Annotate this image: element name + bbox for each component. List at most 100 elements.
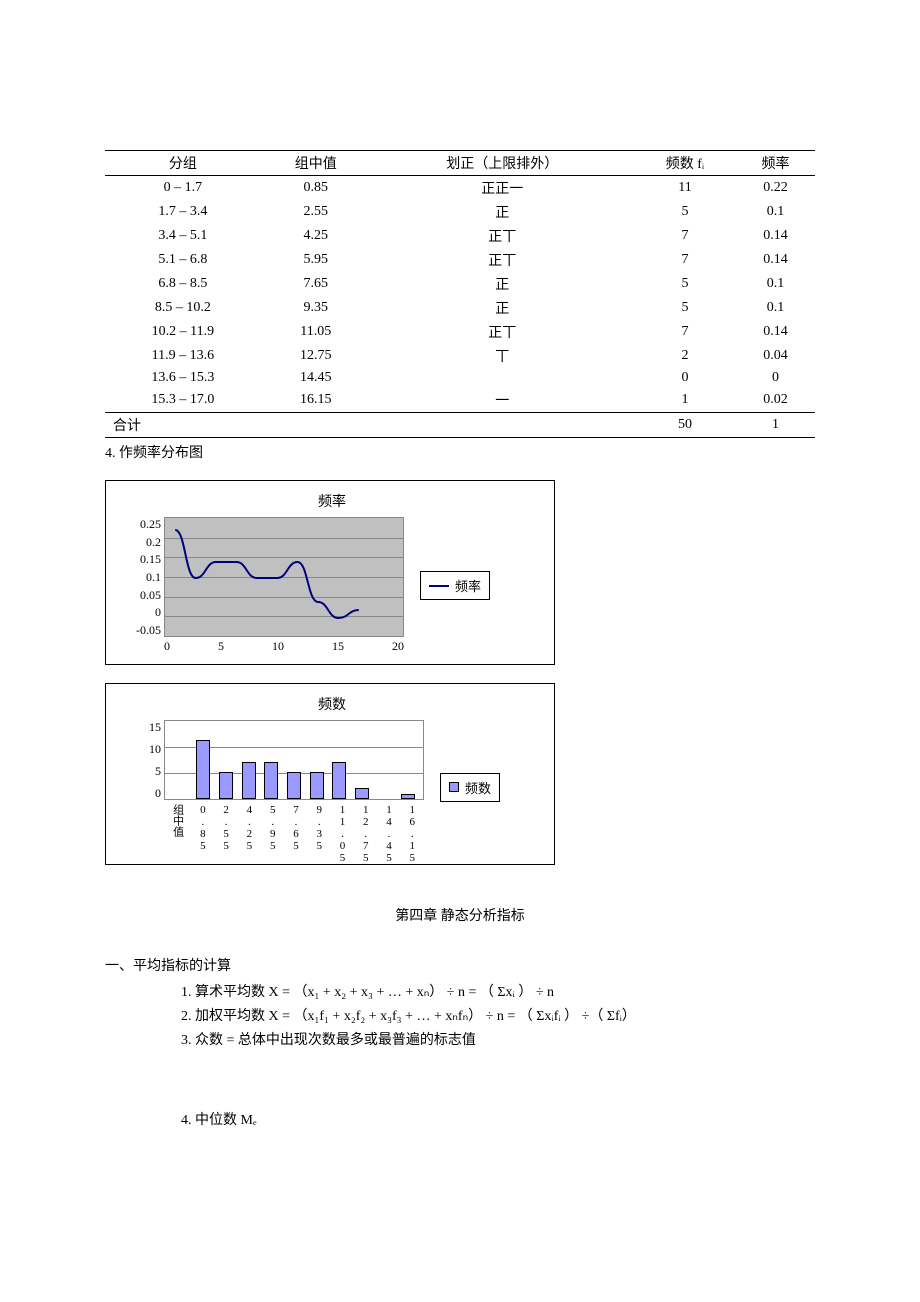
xtick: 9.35 [313,804,325,854]
ytick: 0.05 [121,589,161,601]
cell-rate: 0.1 [736,200,815,224]
cell-rate: 0.1 [736,296,815,320]
cell-range: 5.1 – 6.8 [105,248,261,272]
cell-rate: 0.1 [736,272,815,296]
xtick: 组中值 [170,804,186,854]
xtick: 20 [392,639,404,654]
cell-freq: 7 [634,248,736,272]
cell-tally: 正 [371,272,634,296]
cell-freq: 7 [634,224,736,248]
ytick: 0.2 [121,536,161,548]
line-plot-area: 0.250.20.150.10.050-0.05 [164,517,404,637]
table-row: 3.4 – 5.14.25正丅70.14 [105,224,815,248]
bar [242,762,256,799]
table-row: 8.5 – 10.29.35正50.1 [105,296,815,320]
xtick: 12.75 [360,804,372,854]
line-legend: 频率 [420,571,490,600]
cell-range: 6.8 – 8.5 [105,272,261,296]
cell-range: 11.9 – 13.6 [105,344,261,368]
cell-rate: 0 [736,368,815,388]
cell-tally: 正丅 [371,248,634,272]
table-row: 13.6 – 15.314.45 00 [105,368,815,388]
cell-freq: 11 [634,176,736,201]
formula-4: 中位数 Mₑ [195,1109,815,1129]
cell-range: 10.2 – 11.9 [105,320,261,344]
bar [401,794,415,799]
total-rate: 1 [736,413,815,438]
th-freq: 频数 fᵢ [634,151,736,176]
ytick: 15 [135,721,161,733]
xtick: 2.55 [220,804,232,854]
xtick: 11.05 [336,804,348,854]
cell-tally: 正 [371,296,634,320]
xtick: 5 [218,639,224,654]
bar [332,762,346,799]
frequency-table: 分组 组中值 划正（上限排外） 频数 fᵢ 频率 0 – 1.70.85正正一1… [105,150,815,438]
total-freq: 50 [634,413,736,438]
cell-range: 1.7 – 3.4 [105,200,261,224]
formula-1: 算术平均数 X = （x₁ + x₂ + x₃ + … + xₙ） ÷ n = … [195,981,815,1001]
cell-mid: 11.05 [261,320,371,344]
table-total-row: 合计 501 [105,413,815,438]
th-range: 分组 [105,151,261,176]
table-row: 15.3 – 17.016.15一10.02 [105,388,815,413]
cell-freq: 0 [634,368,736,388]
total-label: 合计 [105,413,261,438]
ytick: 5 [135,765,161,777]
cell-tally: 正正一 [371,176,634,201]
cell-freq: 7 [634,320,736,344]
cell-rate: 0.14 [736,320,815,344]
line-chart-box: 频率 0.250.20.150.10.050-0.05 05101520 频率 [105,480,555,665]
bar [264,762,278,799]
bar-chart-title: 频数 [120,694,544,714]
cell-mid: 14.45 [261,368,371,388]
cell-range: 13.6 – 15.3 [105,368,261,388]
cell-mid: 5.95 [261,248,371,272]
cell-freq: 5 [634,272,736,296]
legend-line-icon [429,585,449,587]
line-path [165,518,405,638]
cell-range: 15.3 – 17.0 [105,388,261,413]
cell-rate: 0.04 [736,344,815,368]
line-chart-title: 频率 [120,491,544,511]
cell-tally: 正丅 [371,320,634,344]
bar [355,788,369,799]
formula-3: 众数 = 总体中出现次数最多或最普遍的标志值 [195,1029,815,1049]
chapter-title: 第四章 静态分析指标 [105,905,815,925]
cell-mid: 16.15 [261,388,371,413]
bar-legend: 频数 [440,773,500,802]
cell-mid: 4.25 [261,224,371,248]
bar-legend-label: 频数 [465,778,491,797]
ytick: 0.25 [121,518,161,530]
ytick: 10 [135,743,161,755]
ytick: 0 [121,606,161,618]
cell-freq: 2 [634,344,736,368]
cell-mid: 2.55 [261,200,371,224]
cell-rate: 0.14 [736,248,815,272]
cell-range: 0 – 1.7 [105,176,261,201]
line-legend-label: 频率 [455,576,481,595]
cell-freq: 5 [634,296,736,320]
cell-range: 3.4 – 5.1 [105,224,261,248]
th-mid: 组中值 [261,151,371,176]
cell-rate: 0.14 [736,224,815,248]
xtick: 0.85 [197,804,209,854]
table-row: 6.8 – 8.57.65正50.1 [105,272,815,296]
cell-tally: 正 [371,200,634,224]
cell-mid: 0.85 [261,176,371,201]
xtick: 5.95 [267,804,279,854]
section1-head: 一、平均指标的计算 [105,955,815,975]
th-tally: 划正（上限排外） [371,151,634,176]
bar [287,772,301,799]
cell-mid: 12.75 [261,344,371,368]
cell-mid: 9.35 [261,296,371,320]
cell-freq: 5 [634,200,736,224]
table-row: 5.1 – 6.85.95正丅70.14 [105,248,815,272]
cell-range: 8.5 – 10.2 [105,296,261,320]
ytick: 0.1 [121,571,161,583]
bar [196,740,210,799]
cell-tally: 一 [371,388,634,413]
bar-plot-area: 151050 [164,720,424,800]
cell-tally: 正丅 [371,224,634,248]
xtick: 4.25 [243,804,255,854]
